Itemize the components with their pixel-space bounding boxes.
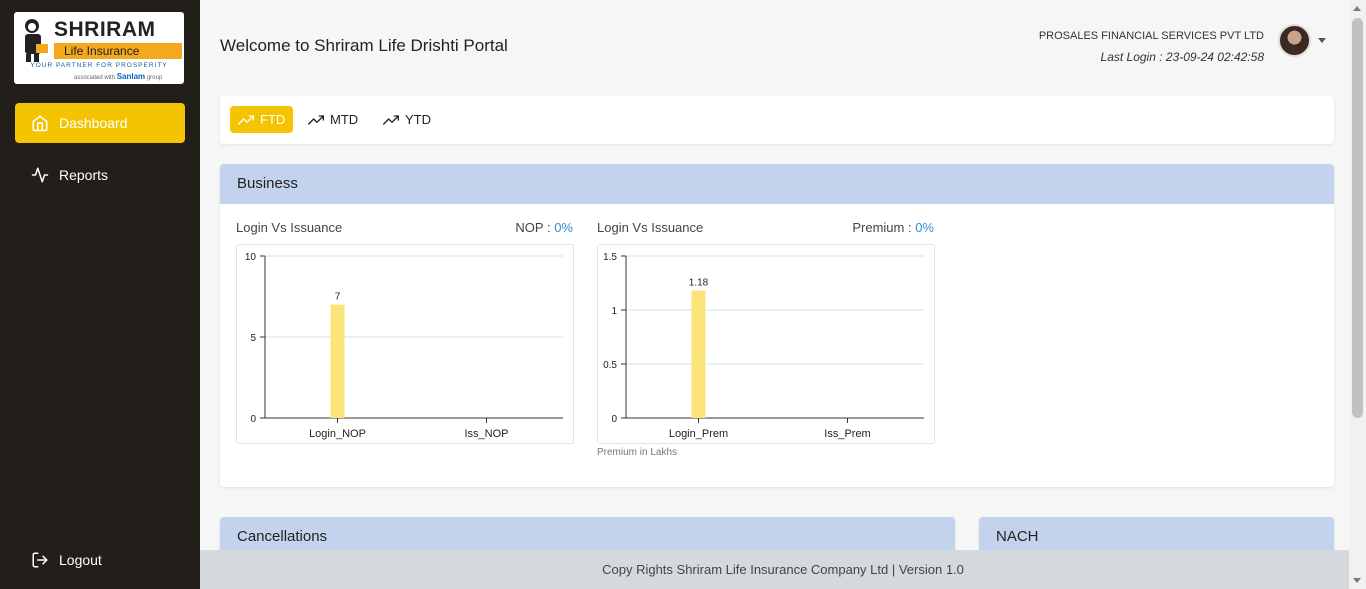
chart-title: Login Vs Issuance <box>236 220 343 235</box>
premium-chart-box: 0 0.5 1 1.5 1.18 Login_Prem Iss_Prem <box>597 244 935 444</box>
y-tick-label: 0 <box>250 414 256 425</box>
logo-tagline: YOUR PARTNER FOR PROSPERITY <box>30 62 168 69</box>
assoc-suffix: group <box>146 75 163 81</box>
x-tick-label: Iss_Prem <box>824 428 870 440</box>
tab-label: FTD <box>260 112 286 127</box>
tab-label: YTD <box>405 112 431 127</box>
activity-icon <box>31 167 49 183</box>
data-label: 1.18 <box>689 278 709 289</box>
home-icon <box>32 115 48 132</box>
sidebar: SHRIRAM Life Insurance YOUR PARTNER FOR … <box>0 0 200 589</box>
business-card: Business Login Vs Issuance NOP : 0% 0 5 10… <box>220 164 1334 487</box>
last-login: Last Login : 23-09-24 02:42:58 <box>1101 50 1264 64</box>
assoc-prefix: associated with <box>74 75 116 81</box>
page-title: Welcome to Shriram Life Drishti Portal <box>220 36 508 55</box>
premium-bar-chart: 0 0.5 1 1.5 1.18 Login_Prem Iss_Prem <box>603 252 924 440</box>
sidebar-item-label: Dashboard <box>59 115 128 131</box>
x-tick-label: Login_NOP <box>309 428 366 440</box>
footer: Copy Rights Shriram Life Insurance Compa… <box>200 550 1366 589</box>
x-tick-label: Login_Prem <box>669 428 728 440</box>
bar <box>330 304 345 418</box>
sanlam-brand: Sanlam <box>116 72 146 81</box>
scroll-down-icon[interactable] <box>1353 578 1361 583</box>
metric-label: Premium : <box>852 220 912 235</box>
nop-bar-chart: 0 5 10 7 Login_NOP Iss_NOP <box>245 252 563 440</box>
logo-sub: Life Insurance <box>54 43 182 59</box>
organization-name: PROSALES FINANCIAL SERVICES PVT LTD <box>1038 30 1264 42</box>
y-tick-label: 1.5 <box>603 252 617 263</box>
business-title: Business <box>220 164 1334 204</box>
scrollbar[interactable] <box>1349 0 1366 589</box>
last-login-label: Last Login : <box>1100 50 1163 64</box>
metric-label: NOP : <box>515 220 551 235</box>
x-tick-label: Iss_NOP <box>464 428 508 440</box>
tab-mtd[interactable]: MTD <box>300 106 366 133</box>
tab-label: MTD <box>330 112 359 127</box>
avatar[interactable] <box>1278 24 1311 57</box>
y-tick-label: 0.5 <box>603 360 617 371</box>
chart-title: Login Vs Issuance <box>597 220 704 235</box>
scrollbar-thumb[interactable] <box>1352 18 1363 418</box>
mascot-icon <box>25 19 48 62</box>
logo-association: associated with Sanlam group <box>74 72 162 81</box>
logout-button[interactable]: Logout <box>15 540 185 580</box>
y-tick-label: 10 <box>245 252 257 263</box>
sidebar-item-reports[interactable]: Reports <box>15 155 185 195</box>
y-tick-label: 0 <box>611 414 617 425</box>
sidebar-item-label: Reports <box>59 167 109 183</box>
chart-note: Premium in Lakhs <box>597 447 678 458</box>
premium-metric: Premium : 0% <box>814 220 934 235</box>
metric-value: 0% <box>915 220 934 235</box>
sidebar-item-dashboard[interactable]: Dashboard <box>15 103 185 143</box>
nop-chart-box: 0 5 10 7 Login_NOP Iss_NOP <box>236 244 574 444</box>
last-login-value: 23-09-24 02:42:58 <box>1165 50 1264 64</box>
shriram-logo[interactable]: SHRIRAM Life Insurance YOUR PARTNER FOR … <box>14 12 184 84</box>
trending-up-icon <box>383 114 399 125</box>
logout-label: Logout <box>59 552 102 568</box>
tab-ytd[interactable]: YTD <box>375 106 439 133</box>
period-tabs: FTD MTD YTD <box>220 96 1334 144</box>
bar <box>691 290 706 418</box>
y-tick-label: 1 <box>611 306 617 317</box>
trending-up-icon <box>238 114 254 125</box>
scroll-up-icon[interactable] <box>1353 6 1361 11</box>
tab-ftd[interactable]: FTD <box>230 106 294 133</box>
y-tick-label: 5 <box>250 333 256 344</box>
logout-icon <box>32 552 48 568</box>
trending-up-icon <box>308 114 324 125</box>
logo-brand: SHRIRAM <box>54 18 156 41</box>
nop-metric: NOP : 0% <box>473 220 573 235</box>
data-label: 7 <box>335 292 341 303</box>
chevron-down-icon[interactable] <box>1318 38 1326 43</box>
metric-value: 0% <box>554 220 573 235</box>
